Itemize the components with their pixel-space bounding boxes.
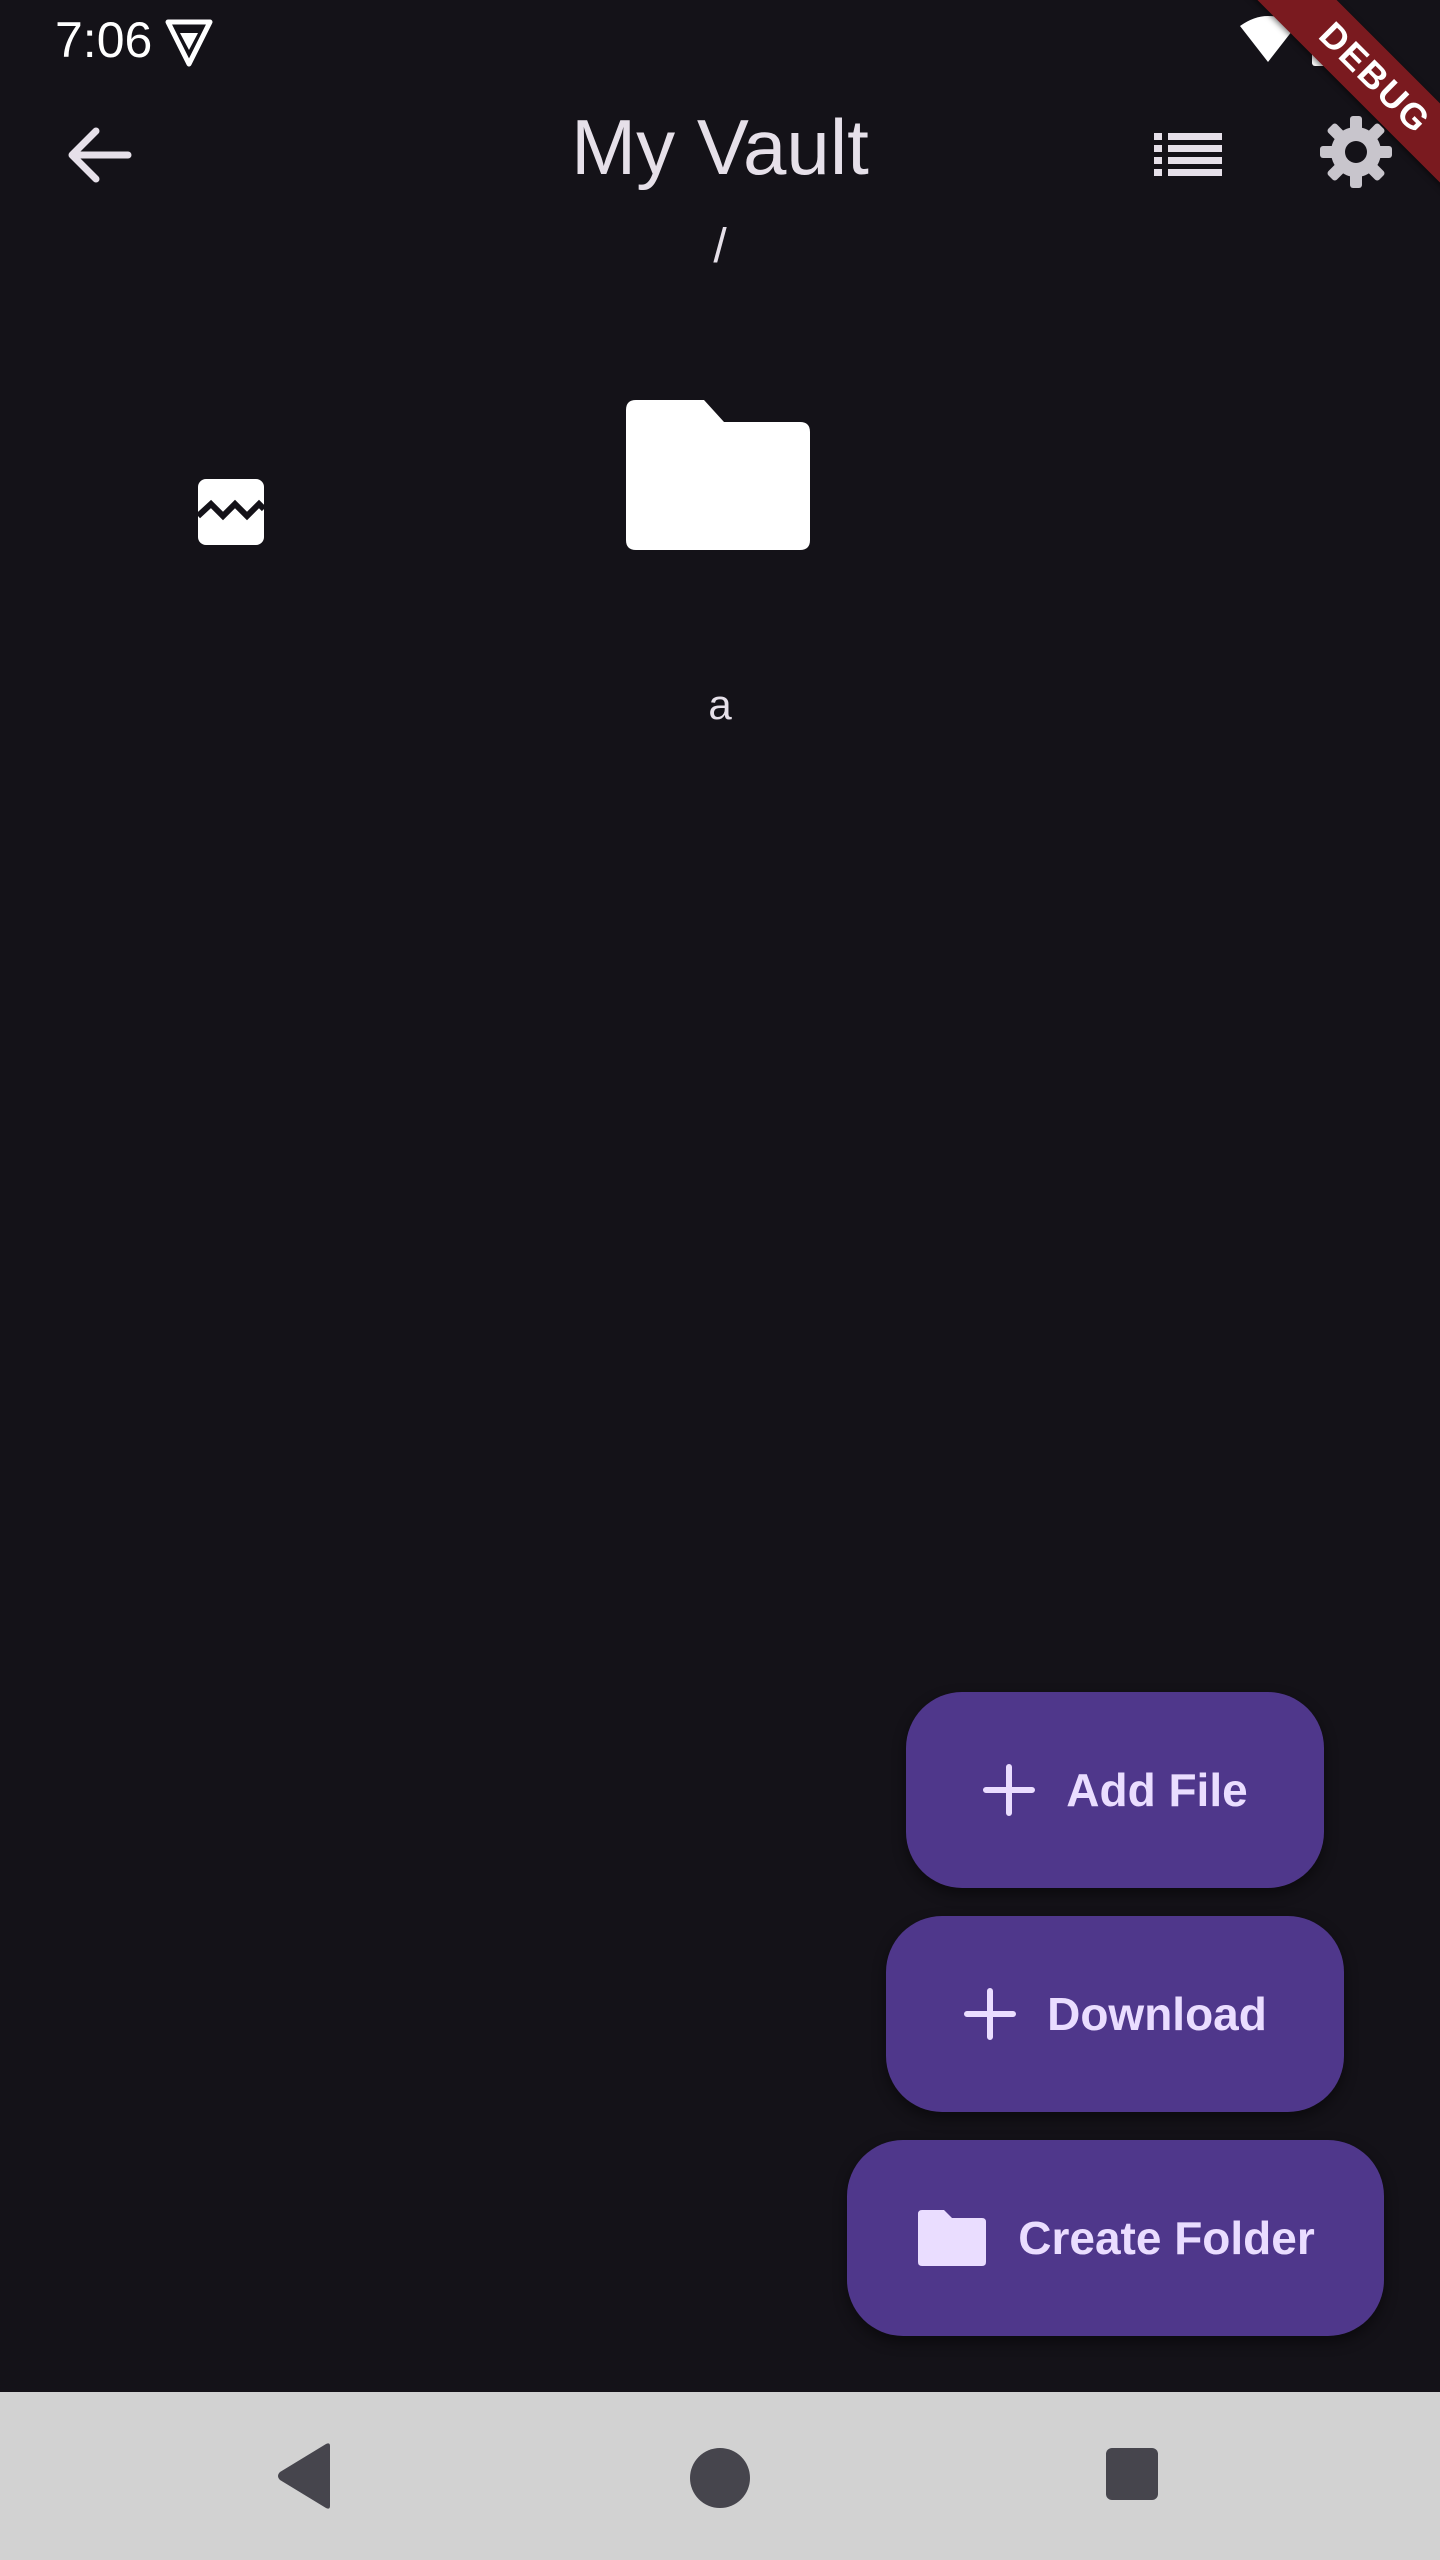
nav-back-icon — [278, 2443, 330, 2509]
download-button[interactable]: Download — [886, 1916, 1344, 2112]
list-view-icon — [1154, 133, 1222, 176]
nav-recents-icon — [1106, 2448, 1158, 2500]
nav-recents-button[interactable] — [1104, 2446, 1160, 2502]
create-folder-label: Create Folder — [1018, 2212, 1315, 2264]
path-label: / — [713, 220, 727, 273]
folder-icon — [916, 2208, 988, 2268]
nav-back-button[interactable] — [270, 2440, 342, 2512]
nav-home-icon — [690, 2448, 750, 2508]
settings-button[interactable] — [1314, 110, 1398, 194]
broken-image-icon — [195, 479, 267, 545]
status-time: 7:06 — [55, 12, 153, 68]
plus-icon — [982, 1763, 1036, 1817]
gear-icon — [1320, 116, 1392, 188]
download-label: Download — [1047, 1988, 1267, 2040]
add-file-button[interactable]: Add File — [906, 1692, 1324, 1888]
create-folder-button[interactable]: Create Folder — [847, 2140, 1384, 2336]
plus-icon — [963, 1987, 1017, 2041]
view-toggle-button[interactable] — [1148, 120, 1228, 190]
folder-icon — [626, 400, 810, 550]
folder-label: a — [708, 681, 732, 728]
image-item[interactable] — [195, 476, 267, 548]
folder-item[interactable] — [620, 390, 820, 570]
add-file-label: Add File — [1066, 1764, 1248, 1816]
nav-home-button[interactable] — [688, 2446, 752, 2510]
vpn-icon — [162, 16, 216, 70]
